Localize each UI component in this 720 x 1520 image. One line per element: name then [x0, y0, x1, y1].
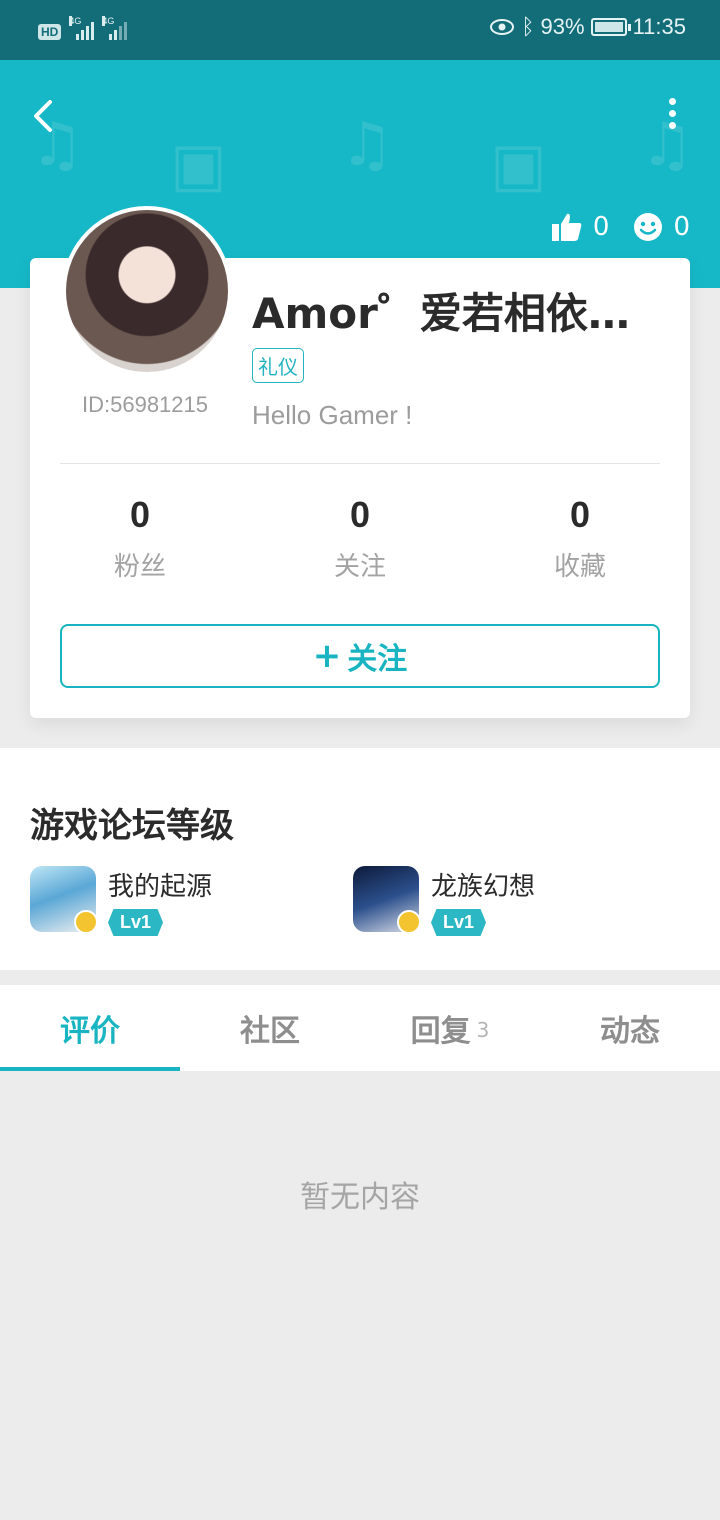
tab-label: 评价 [60, 1014, 120, 1049]
avatar-image [66, 210, 228, 372]
content-tabs: 评价 社区 回复 3 动态 [0, 985, 720, 1071]
signal-icon-sim2: 4G [102, 16, 128, 40]
stat-following[interactable]: 0 关注 [250, 494, 470, 583]
tab-community[interactable]: 社区 [180, 985, 360, 1071]
stat-value: 0 [569, 494, 591, 535]
user-name: Amor゜爱若相依… [252, 289, 630, 338]
tab-count: 3 [476, 1018, 490, 1042]
status-right: ᛒ 93% 11:35 [489, 14, 686, 40]
avatar[interactable] [62, 206, 232, 376]
smiley-icon [634, 213, 663, 241]
thumbs-up-icon [551, 213, 582, 241]
gamepad-icon: ▣ [170, 130, 227, 200]
section-title: 游戏论坛等级 [30, 806, 234, 846]
status-bar: HD 4G 4G ᛒ 93% 11:35 [0, 0, 720, 60]
stat-value: 0 [129, 494, 151, 535]
likes-count[interactable]: 0 [551, 212, 610, 242]
tab-replies[interactable]: 回复 3 [360, 985, 540, 1071]
stat-favorites[interactable]: 0 收藏 [470, 494, 690, 583]
likes-value: 0 [592, 212, 610, 242]
level-badge: Lv1 [108, 909, 164, 936]
stats-row: 0 粉丝 0 关注 0 收藏 [30, 494, 690, 583]
profile-card: ID:56981215 Amor゜爱若相依… 礼仪 Hello Gamer ! … [30, 206, 690, 718]
smiles-count[interactable]: 0 [633, 212, 690, 242]
hd-badge: HD [38, 24, 62, 40]
signal-icon-sim1: 4G [69, 16, 95, 40]
forum-level-section: 游戏论坛等级 我的起源 Lv1 龙族幻想 Lv1 [0, 748, 720, 970]
stat-value: 0 [349, 494, 371, 535]
reaction-counts: 0 0 [551, 212, 690, 242]
tab-label: 动态 [600, 1014, 660, 1049]
smiles-value: 0 [673, 212, 690, 242]
game-item[interactable]: 龙族幻想 Lv1 [353, 866, 535, 936]
tab-label: 回复 [410, 1014, 471, 1049]
stat-label: 收藏 [553, 552, 606, 582]
game-icon [30, 866, 98, 934]
bluetooth-icon: ᛒ [521, 14, 535, 39]
tab-activity[interactable]: 动态 [540, 985, 720, 1071]
tencent-badge-icon [74, 910, 98, 934]
follow-button[interactable]: + 关注 [60, 624, 660, 688]
game-icon [353, 866, 421, 934]
chevron-left-icon [34, 100, 52, 132]
eye-icon [490, 19, 515, 35]
more-options-button[interactable] [664, 98, 680, 134]
game-name: 我的起源 [108, 872, 213, 902]
battery-icon [590, 18, 631, 36]
user-tag[interactable]: 礼仪 [252, 348, 304, 383]
game-name: 龙族幻想 [431, 872, 536, 902]
user-bio: Hello Gamer ! [252, 400, 413, 430]
gamepad-icon: ▣ [490, 130, 547, 200]
dot-icon [668, 98, 676, 105]
clock: 11:35 [632, 14, 686, 39]
empty-state-text: 暂无内容 [300, 1180, 420, 1215]
follow-label: 关注 [347, 642, 408, 677]
music-note-icon: ♫ [340, 110, 394, 180]
tab-label: 社区 [240, 1014, 300, 1049]
divider [60, 463, 660, 464]
user-id: ID:56981215 [82, 392, 208, 417]
plus-icon: + [312, 636, 342, 676]
battery-percent: 93% [540, 14, 585, 39]
game-item[interactable]: 我的起源 Lv1 [30, 866, 212, 936]
tab-reviews[interactable]: 评价 [0, 985, 180, 1071]
stat-label: 粉丝 [113, 552, 166, 582]
stat-label: 关注 [333, 552, 386, 582]
level-badge: Lv1 [431, 909, 487, 936]
status-left: HD 4G 4G [38, 16, 128, 40]
back-button[interactable] [26, 96, 66, 136]
stat-fans[interactable]: 0 粉丝 [30, 494, 250, 583]
tencent-badge-icon [397, 910, 421, 934]
